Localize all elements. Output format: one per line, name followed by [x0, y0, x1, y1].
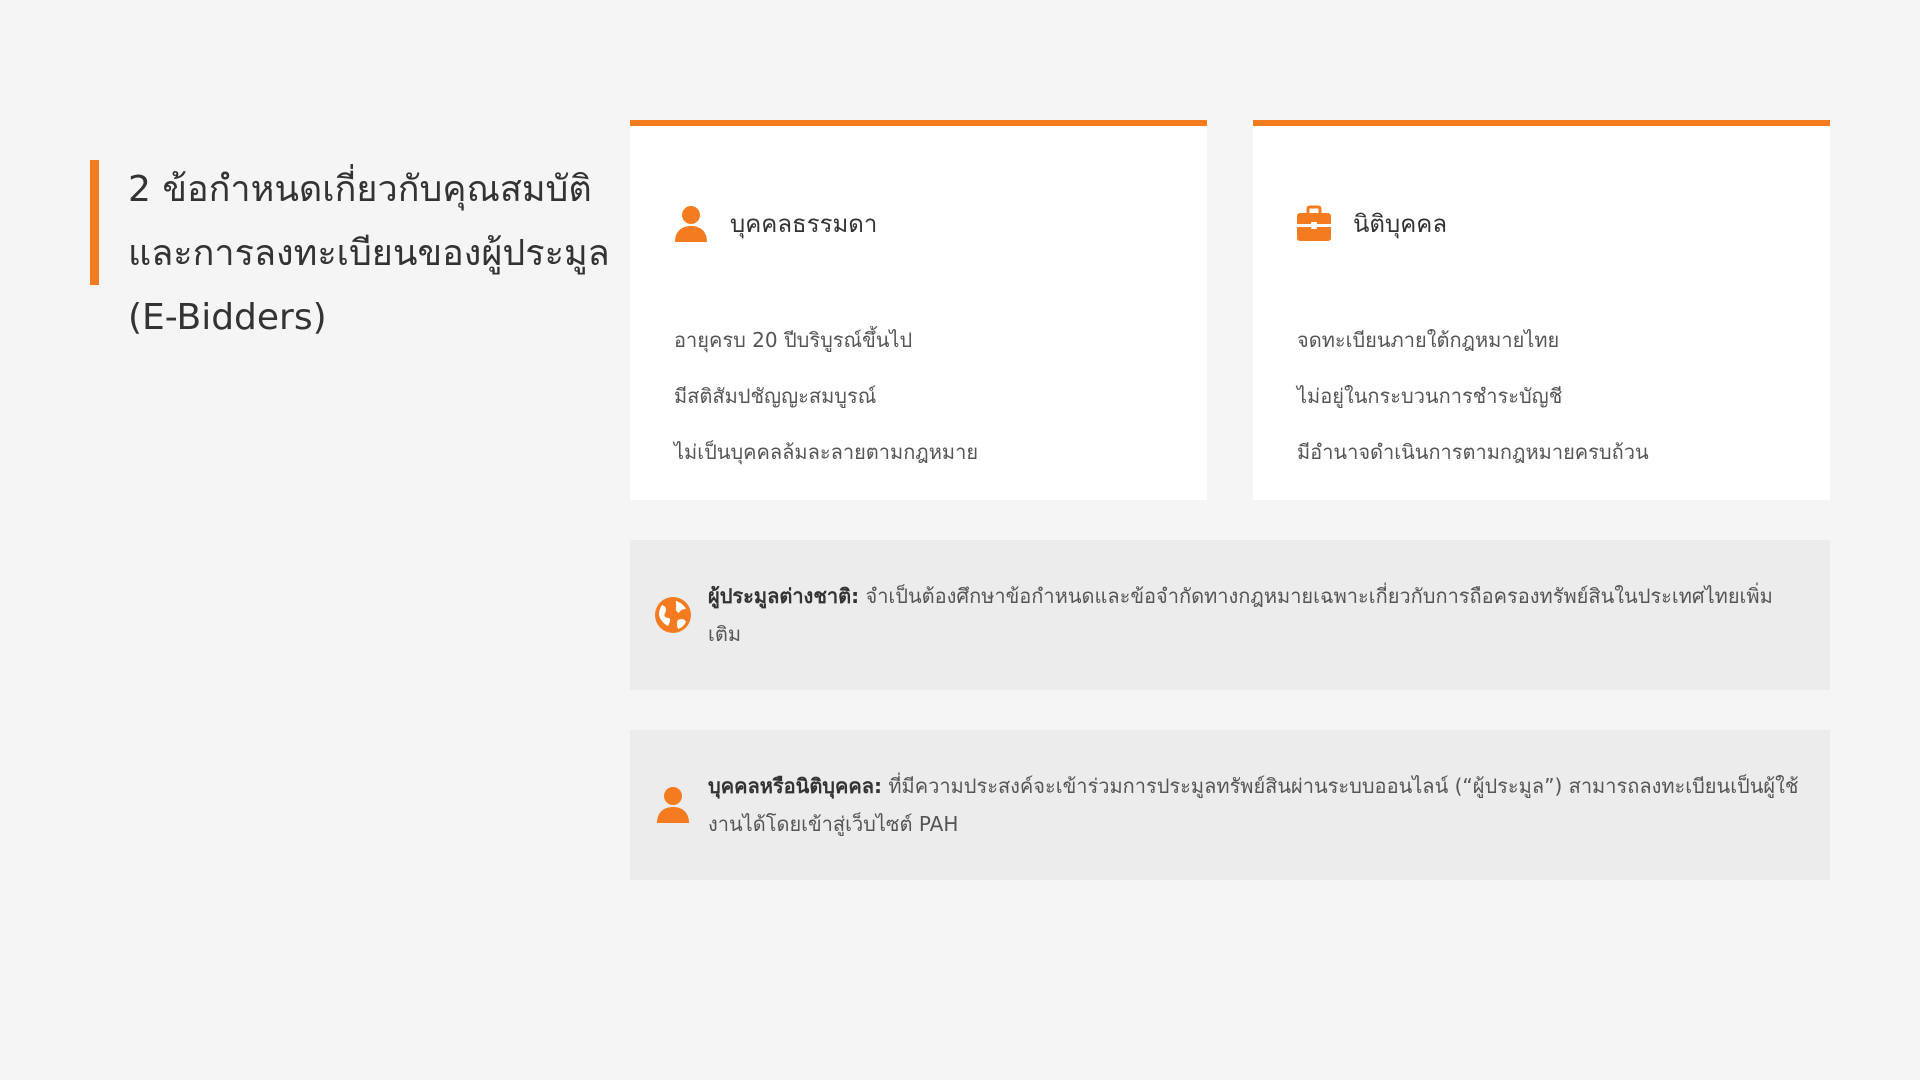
notice-registration: บุคคลหรือนิติบุคคล: ที่มีความประสงค์จะเข…	[630, 730, 1830, 880]
title-line-3: (E-Bidders)	[128, 297, 327, 338]
requirement-list: อายุครบ 20 ปีบริบูรณ์ขึ้นไป มีสติสัมปชัญ…	[674, 312, 978, 480]
notice-label: ผู้ประมูลต่างชาติ:	[708, 584, 860, 608]
card-header: นิติบุคคล	[1297, 204, 1447, 243]
card-title: นิติบุคคล	[1353, 210, 1448, 238]
notice-text: ผู้ประมูลต่างชาติ: จำเป็นต้องศึกษาข้อกำห…	[708, 577, 1800, 653]
notice-label: บุคคลหรือนิติบุคคล:	[708, 774, 883, 798]
briefcase-icon	[1297, 205, 1331, 241]
person-icon	[657, 787, 689, 823]
requirement-list: จดทะเบียนภายใต้กฎหมายไทย ไม่อยู่ในกระบวน…	[1297, 312, 1649, 480]
list-item: ไม่เป็นบุคคลล้มละลายตามกฎหมาย	[674, 440, 979, 464]
title-line-2: และการลงทะเบียนของผู้ประมูล	[128, 233, 610, 274]
list-item: อายุครบ 20 ปีบริบูรณ์ขึ้นไป	[674, 328, 913, 352]
notice-body: จำเป็นต้องศึกษาข้อกำหนดและข้อจำกัดทางกฎห…	[708, 584, 1773, 646]
list-item: ไม่อยู่ในกระบวนการชำระบัญชี	[1297, 384, 1563, 408]
page-title: 2 ข้อกำหนดเกี่ยวกับคุณสมบัติ และการลงทะเ…	[128, 158, 648, 350]
notice-text: บุคคลหรือนิติบุคคล: ที่มีความประสงค์จะเข…	[708, 767, 1800, 843]
card-header: บุคคลธรรมดา	[674, 204, 877, 243]
list-item: จดทะเบียนภายใต้กฎหมายไทย	[1297, 328, 1560, 352]
card-title: บุคคลธรรมดา	[730, 210, 878, 238]
notice-foreign-bidders: ผู้ประมูลต่างชาติ: จำเป็นต้องศึกษาข้อกำห…	[630, 540, 1830, 690]
list-item: มีสติสัมปชัญญะสมบูรณ์	[674, 384, 877, 408]
person-icon	[675, 205, 707, 242]
title-line-1: 2 ข้อกำหนดเกี่ยวกับคุณสมบัติ	[128, 169, 592, 210]
title-accent-bar	[90, 160, 99, 285]
card-juristic-person: นิติบุคคล จดทะเบียนภายใต้กฎหมายไทย ไม่อย…	[1253, 120, 1830, 500]
globe-icon	[655, 597, 691, 633]
card-natural-person: บุคคลธรรมดา อายุครบ 20 ปีบริบูรณ์ขึ้นไป …	[630, 120, 1207, 500]
list-item: มีอำนาจดำเนินการตามกฎหมายครบถ้วน	[1297, 440, 1649, 464]
page: 2 ข้อกำหนดเกี่ยวกับคุณสมบัติ และการลงทะเ…	[0, 0, 1920, 1080]
